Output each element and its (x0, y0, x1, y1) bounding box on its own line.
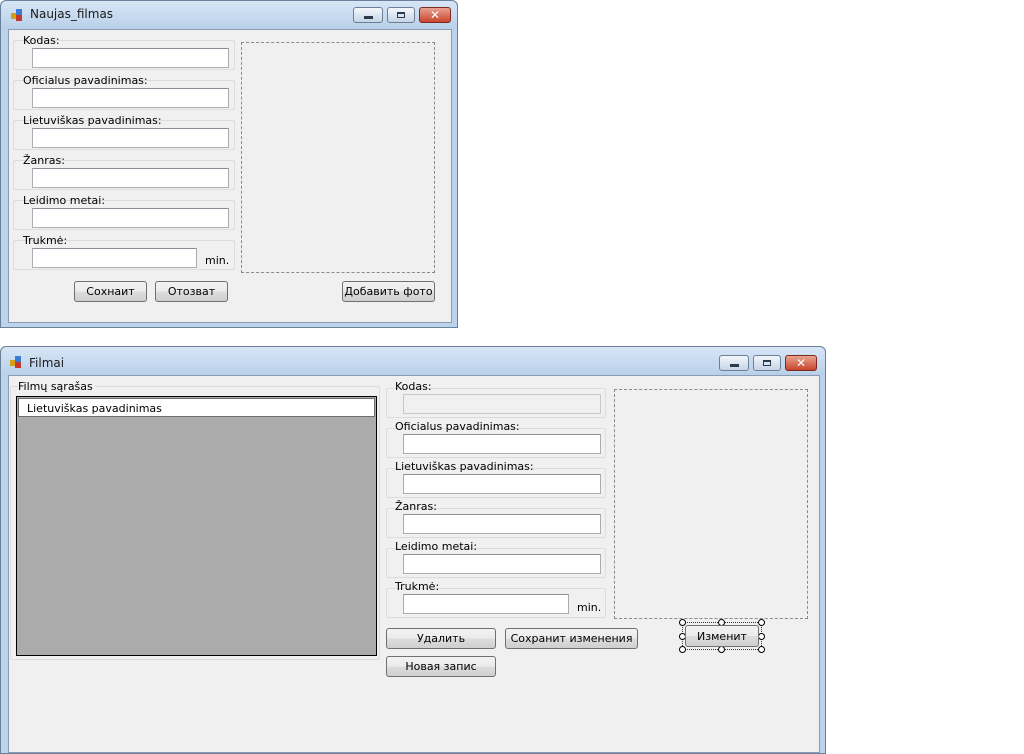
oficialus-input[interactable] (32, 88, 229, 108)
minimize-button[interactable] (719, 355, 749, 371)
maximize-button[interactable] (387, 7, 415, 23)
leidimo-metai-input[interactable] (32, 208, 229, 228)
lietuviskas-input[interactable] (403, 474, 601, 494)
label-trukme: Trukmė: (23, 234, 68, 247)
new-record-button[interactable]: Новая запис (386, 656, 496, 677)
label-min: min. (577, 601, 602, 614)
app-icon (11, 9, 23, 21)
maximize-icon (763, 360, 771, 366)
close-button[interactable]: ✕ (785, 355, 817, 371)
window-naujas-filmas: Naujas_filmas ✕ Kodas: Oficialus pavadin… (0, 0, 458, 328)
delete-button[interactable]: Удалить (386, 628, 496, 649)
kodas-input[interactable] (32, 48, 229, 68)
label-zanras: Žanras: (395, 500, 437, 513)
minimize-icon (363, 16, 373, 19)
films-datagrid[interactable]: Lietuviškas pavadinimas (16, 396, 377, 656)
trukme-input[interactable] (32, 248, 197, 268)
resize-handle[interactable] (679, 646, 686, 653)
label-leidimo-metai: Leidimo metai: (395, 540, 478, 553)
resize-handle[interactable] (758, 633, 765, 640)
add-photo-button[interactable]: Добавить фото (342, 281, 435, 302)
label-kodas: Kodas: (23, 34, 60, 47)
photo-picturebox (241, 42, 435, 273)
save-changes-button[interactable]: Сохранит изменения (505, 628, 638, 649)
label-trukme: Trukmė: (395, 580, 440, 593)
label-oficialus: Oficialus pavadinimas: (395, 420, 520, 433)
lietuviskas-input[interactable] (32, 128, 229, 148)
label-leidimo-metai: Leidimo metai: (23, 194, 106, 207)
label-zanras: Žanras: (23, 154, 65, 167)
client-area: Filmų sąrašas Lietuviškas pavadinimas Ko… (8, 375, 820, 753)
zanras-input[interactable] (403, 514, 601, 534)
save-button[interactable]: Сохнаит (74, 281, 147, 302)
close-icon: ✕ (795, 356, 807, 370)
client-area: Kodas: Oficialus pavadinimas: Lietuviška… (8, 29, 452, 323)
maximize-icon (397, 12, 405, 18)
label-oficialus: Oficialus pavadinimas: (23, 74, 148, 87)
grid-header[interactable]: Lietuviškas pavadinimas (18, 398, 375, 417)
zanras-input[interactable] (32, 168, 229, 188)
minimize-icon (729, 364, 739, 367)
title-bar[interactable]: Naujas_filmas ✕ (1, 1, 457, 29)
label-lietuviskas: Lietuviškas pavadinimas: (395, 460, 534, 473)
cancel-button[interactable]: Отозват (155, 281, 228, 302)
minimize-button[interactable] (353, 7, 383, 23)
close-icon: ✕ (429, 8, 441, 22)
kodas-input[interactable] (403, 394, 601, 414)
window-filmai: Filmai ✕ Filmų sąrašas Lietuviškas pavad… (0, 346, 826, 754)
oficialus-input[interactable] (403, 434, 601, 454)
photo-picturebox (614, 389, 808, 619)
edit-button[interactable]: Изменит (685, 625, 759, 647)
title-bar[interactable]: Filmai ✕ (1, 347, 825, 375)
label-kodas: Kodas: (395, 380, 432, 393)
label-film-list: Filmų sąrašas (18, 380, 95, 393)
leidimo-metai-input[interactable] (403, 554, 601, 574)
window-title: Naujas_filmas (30, 7, 114, 21)
resize-handle[interactable] (758, 646, 765, 653)
maximize-button[interactable] (753, 355, 781, 371)
label-min: min. (205, 254, 230, 267)
label-lietuviskas: Lietuviškas pavadinimas: (23, 114, 162, 127)
resize-handle[interactable] (718, 646, 725, 653)
close-button[interactable]: ✕ (419, 7, 451, 23)
app-icon (10, 356, 22, 368)
window-title: Filmai (29, 356, 65, 370)
column-header-lietuviskas[interactable]: Lietuviškas pavadinimas (27, 402, 162, 415)
resize-handle[interactable] (758, 619, 765, 626)
trukme-input[interactable] (403, 594, 569, 614)
